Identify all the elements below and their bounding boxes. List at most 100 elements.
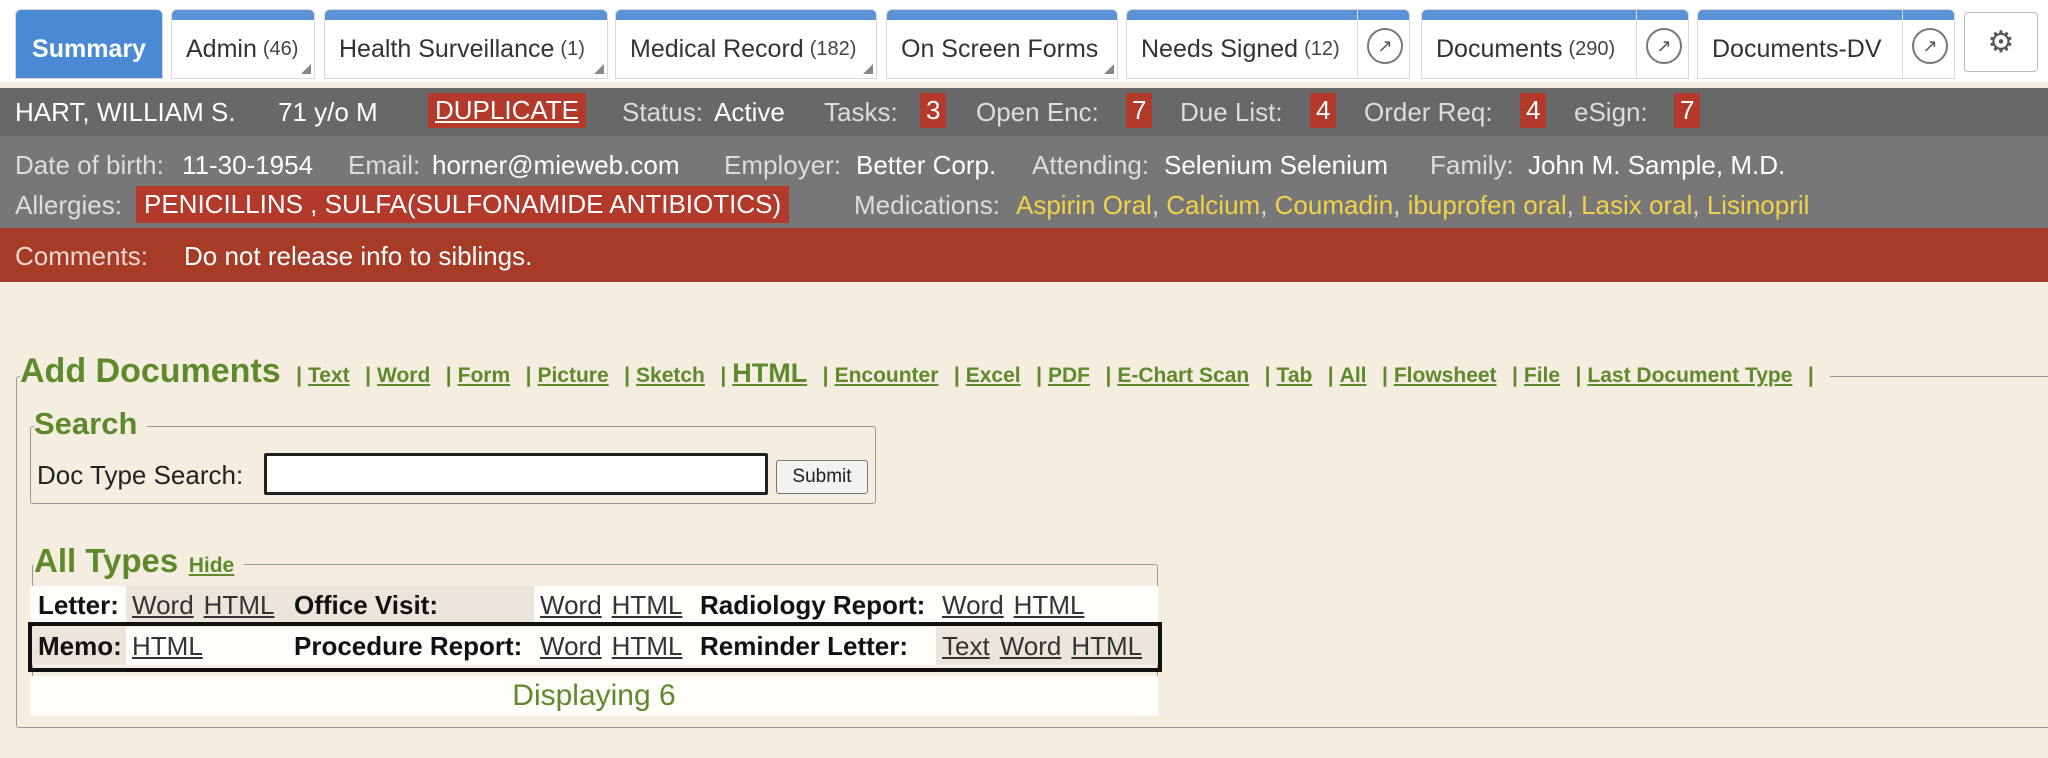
office-visit-html-link[interactable]: HTML	[612, 590, 683, 621]
tab-summary[interactable]: Summary	[16, 10, 162, 78]
tab-medical-record[interactable]: Medical Record (182)	[616, 10, 876, 78]
tasks-label: Tasks:	[824, 97, 898, 127]
add-all-link[interactable]: All	[1340, 364, 1367, 387]
due-list-count-badge[interactable]: 4	[1310, 93, 1337, 128]
open-external-icon[interactable]: ↗	[1646, 28, 1682, 64]
esign-count-badge[interactable]: 7	[1674, 93, 1701, 128]
separator: |	[1264, 364, 1271, 387]
email-value: horner@mieweb.com	[432, 150, 680, 180]
tab-count: (12)	[1304, 37, 1340, 60]
tab-label: Medical Record	[630, 34, 804, 63]
tab-documents-dv[interactable]: Documents-DV ↗	[1698, 10, 1954, 78]
resize-handle-icon	[863, 64, 873, 74]
medication-item[interactable]: ibuprofen oral	[1408, 190, 1567, 220]
order-req-count-badge[interactable]: 4	[1520, 93, 1547, 128]
separator: |	[296, 364, 303, 387]
tab-count: (182)	[809, 37, 857, 60]
patient-details: Date of birth: 11-30-1954 Email: horner@…	[0, 136, 2048, 228]
esign-label: eSign:	[1574, 97, 1648, 127]
add-flowsheet-link[interactable]: Flowsheet	[1394, 364, 1497, 387]
tab-health-surveillance[interactable]: Health Surveillance (1)	[325, 10, 607, 78]
add-tab-link[interactable]: Tab	[1277, 364, 1313, 387]
gears-icon: ⚙	[1987, 25, 2015, 59]
radiology-html-link[interactable]: HTML	[1014, 590, 1085, 621]
add-pdf-link[interactable]: PDF	[1048, 364, 1090, 387]
letter-html-link[interactable]: HTML	[204, 590, 275, 621]
medication-item[interactable]: Lasix oral	[1581, 190, 1692, 220]
resize-handle-icon	[301, 64, 311, 74]
add-echart-scan-link[interactable]: E-Chart Scan	[1117, 364, 1249, 387]
separator: |	[525, 364, 532, 387]
medication-item[interactable]: Aspirin Oral	[1016, 190, 1152, 220]
add-last-document-type-link[interactable]: Last Document Type	[1587, 364, 1792, 387]
all-types-legend: All Types Hide	[34, 542, 245, 580]
resize-handle-icon	[1104, 64, 1114, 74]
separator: |	[720, 364, 727, 387]
tab-label: Documents-DV	[1712, 34, 1882, 63]
add-excel-link[interactable]: Excel	[966, 364, 1021, 387]
type-links-radiology-report: Word HTML	[936, 586, 1158, 624]
open-external-icon[interactable]: ↗	[1367, 28, 1403, 64]
separator: |	[822, 364, 829, 387]
doc-type-search-label: Doc Type Search:	[37, 460, 244, 490]
divider	[1902, 10, 1903, 78]
employer-value: Better Corp.	[856, 150, 997, 180]
medication-item[interactable]: Coumadin	[1275, 190, 1394, 220]
tab-documents[interactable]: Documents (290) ↗	[1422, 10, 1688, 78]
open-enc-label: Open Enc:	[976, 97, 1099, 127]
add-form-link[interactable]: Form	[458, 364, 511, 387]
dob-value: 11-30-1954	[182, 150, 314, 180]
tab-label: Documents	[1436, 34, 1563, 63]
tab-admin[interactable]: Admin (46)	[172, 10, 314, 78]
patient-header: HART, WILLIAM S. 71 y/o M DUPLICATE Stat…	[0, 88, 2048, 136]
email-label: Email:	[348, 150, 421, 180]
tab-label: Health Surveillance	[339, 34, 555, 63]
separator: |	[624, 364, 631, 387]
medication-item[interactable]: Lisinopril	[1707, 190, 1810, 220]
order-req-label: Order Req:	[1364, 97, 1493, 127]
add-encounter-link[interactable]: Encounter	[835, 364, 939, 387]
patient-age-sex: 71 y/o M	[278, 97, 378, 127]
separator: |	[1327, 364, 1334, 387]
all-types-title: All Types	[34, 542, 179, 579]
tab-count: (1)	[560, 37, 585, 60]
add-file-link[interactable]: File	[1524, 364, 1560, 387]
open-enc-count-badge[interactable]: 7	[1126, 93, 1153, 128]
tab-label: Needs Signed	[1141, 34, 1299, 63]
add-text-link[interactable]: Text	[308, 364, 350, 387]
add-word-link[interactable]: Word	[377, 364, 430, 387]
tab-label: Admin	[186, 34, 257, 63]
separator: |	[1036, 364, 1042, 387]
radiology-word-link[interactable]: Word	[942, 590, 1004, 621]
add-sketch-link[interactable]: Sketch	[636, 364, 705, 387]
dob-label: Date of birth:	[15, 150, 164, 180]
add-documents-legend: Add Documents | Text | Word | Form | Picture…	[20, 352, 1830, 391]
hide-link[interactable]: Hide	[189, 554, 235, 577]
allergies-value: PENICILLINS , SULFA(SULFONAMIDE ANTIBIOT…	[136, 186, 790, 223]
submit-button[interactable]: Submit	[776, 460, 868, 494]
search-title: Search	[34, 406, 148, 442]
open-external-icon[interactable]: ↗	[1912, 28, 1948, 64]
status-value: Active	[714, 97, 785, 127]
separator: |	[1575, 364, 1582, 387]
medication-item[interactable]: Calcium	[1166, 190, 1260, 220]
add-picture-link[interactable]: Picture	[537, 364, 608, 387]
tab-count: (290)	[1568, 37, 1616, 60]
tab-label: Summary	[32, 34, 146, 63]
family-value: John M. Sample, M.D.	[1528, 150, 1786, 180]
letter-word-link[interactable]: Word	[132, 590, 194, 621]
office-visit-word-link[interactable]: Word	[540, 590, 602, 621]
duplicate-badge[interactable]: DUPLICATE	[428, 93, 586, 128]
tab-needs-signed[interactable]: Needs Signed (12) ↗	[1127, 10, 1409, 78]
add-html-link[interactable]: HTML	[732, 358, 807, 388]
tab-on-screen-forms[interactable]: On Screen Forms	[887, 10, 1117, 78]
doc-type-search-input[interactable]	[264, 453, 768, 495]
separator: |	[445, 364, 452, 387]
divider	[1357, 10, 1358, 78]
attending-label: Attending:	[1032, 150, 1150, 180]
tab-count: (46)	[262, 37, 299, 60]
settings-button[interactable]: ⚙	[1964, 12, 2038, 72]
type-label-letter: Letter:	[30, 586, 126, 624]
tasks-count-badge[interactable]: 3	[920, 93, 947, 128]
comments-label: Comments:	[15, 241, 148, 271]
